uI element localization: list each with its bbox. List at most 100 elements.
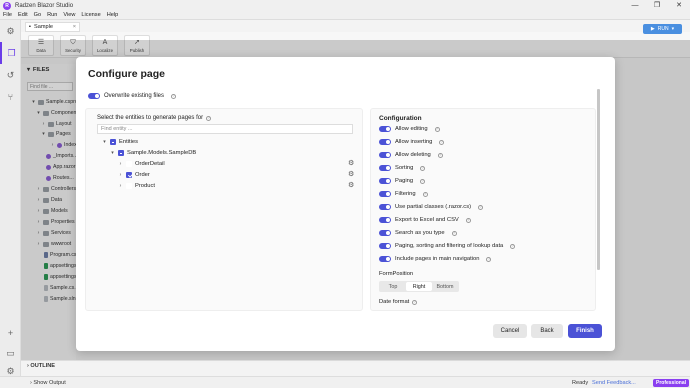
add-icon[interactable]: + (0, 322, 21, 344)
entity-checkbox-orderdetail[interactable] (126, 161, 132, 167)
menu-edit[interactable]: Edit (18, 12, 28, 18)
lookup-data-toggle[interactable] (379, 243, 391, 249)
status-bar: › Show Output Ready Send Feedback... Pro… (0, 376, 690, 388)
filtering-toggle[interactable] (379, 191, 391, 197)
entity-checkbox-product[interactable] (126, 183, 132, 189)
entity-label: OrderDetail (135, 161, 165, 167)
entities-root-node[interactable]: ▾ Entities (102, 139, 138, 145)
help-icon: ? (412, 299, 418, 305)
option-search-as-you-type: Search as you type? (379, 230, 457, 236)
entity-row-order[interactable]: › Order (118, 172, 150, 178)
option-allow-deleting: Allow deleting? (379, 152, 443, 158)
option-label: Allow editing (395, 126, 428, 132)
close-window-button[interactable]: ✕ (668, 0, 690, 11)
finish-button[interactable]: Finish (568, 324, 602, 338)
send-feedback-link[interactable]: Send Feedback... (592, 380, 636, 386)
model-node[interactable]: ▾ Sample.Models.SampleDB (110, 150, 196, 156)
project-tab-label: Sample (33, 24, 53, 30)
menu-run[interactable]: Run (47, 12, 57, 18)
form-position-bottom[interactable]: Bottom (432, 282, 458, 291)
form-position-top[interactable]: Top (380, 282, 406, 291)
history-icon[interactable]: ↺ (0, 64, 21, 86)
form-position-selector: Top Right Bottom (379, 281, 459, 292)
help-icon: ? (437, 152, 443, 158)
model-checkbox[interactable] (118, 150, 124, 156)
menu-go[interactable]: Go (34, 12, 41, 18)
option-lookup-data: Paging, sorting and filtering of lookup … (379, 243, 516, 249)
project-tab-icon: ▪ (29, 24, 31, 30)
menu-view[interactable]: View (63, 12, 75, 18)
date-format-row: Date format ? (379, 299, 418, 305)
source-control-icon[interactable]: ⑂ (0, 86, 21, 108)
option-export: Export to Excel and CSV? (379, 217, 471, 223)
form-position-right[interactable]: Right (406, 282, 432, 291)
project-tab[interactable]: ▪ Sample × (25, 22, 80, 32)
components-icon[interactable]: ⚙ (0, 20, 21, 42)
gear-icon[interactable]: ⚙ (348, 159, 354, 167)
help-icon: ? (422, 191, 428, 197)
cancel-button[interactable]: Cancel (493, 324, 527, 338)
overwrite-files-toggle[interactable] (88, 93, 100, 99)
menu-file[interactable]: File (3, 12, 12, 18)
entities-root-checkbox[interactable] (110, 139, 116, 145)
outline-panel-header[interactable]: › OUTLINE (21, 360, 690, 370)
help-icon: ? (420, 165, 426, 171)
overwrite-files-label: Overwrite existing files (104, 93, 165, 99)
run-button[interactable]: ▶ RUN ▾ (643, 24, 682, 34)
gear-icon[interactable]: ⚙ (348, 181, 354, 189)
help-icon: ? (465, 217, 471, 223)
entities-panel: Select the entities to generate pages fo… (85, 108, 363, 311)
option-paging: Paging? (379, 178, 426, 184)
option-label: Paging (395, 178, 414, 184)
help-icon: ? (434, 126, 440, 132)
menu-help[interactable]: Help (107, 12, 119, 18)
files-icon[interactable]: ❐ (0, 42, 21, 64)
entity-checkbox-order[interactable] (126, 172, 132, 178)
config-scrollbar-thumb[interactable] (597, 89, 600, 270)
window-controls: — ❐ ✕ (624, 0, 690, 11)
run-button-label: RUN (657, 26, 669, 32)
option-allow-inserting: Allow inserting? (379, 139, 445, 145)
entity-row-product[interactable]: › Product (118, 183, 155, 189)
option-label: Include pages in main navigation (395, 256, 480, 262)
entities-label-row: Select the entities to generate pages fo… (97, 115, 212, 121)
close-tab-icon[interactable]: × (73, 24, 76, 30)
gear-icon[interactable]: ⚙ (348, 170, 354, 178)
paging-toggle[interactable] (379, 178, 391, 184)
option-partial-classes: Use partial classes (.razor.cs)? (379, 204, 484, 210)
option-label: Allow deleting (395, 152, 431, 158)
search-as-you-type-toggle[interactable] (379, 230, 391, 236)
option-label: Paging, sorting and filtering of lookup … (395, 243, 504, 249)
maximize-button[interactable]: ❐ (646, 0, 668, 11)
entity-label: Order (135, 172, 150, 178)
entity-label: Product (135, 183, 155, 189)
entity-row-orderdetail[interactable]: › OrderDetail (118, 161, 165, 167)
allow-inserting-toggle[interactable] (379, 139, 391, 145)
allow-deleting-toggle[interactable] (379, 152, 391, 158)
find-entity-input[interactable]: Find entity ... (97, 124, 353, 134)
option-sorting: Sorting? (379, 165, 426, 171)
back-button[interactable]: Back (531, 324, 563, 338)
help-icon: ? (171, 93, 177, 99)
entities-root-label: Entities (119, 139, 139, 145)
option-filtering: Filtering? (379, 191, 428, 197)
option-allow-editing: Allow editing? (379, 126, 440, 132)
activity-bar: ⚙ ❐ ↺ ⑂ + ▭ ⚙ (0, 20, 21, 376)
export-toggle[interactable] (379, 217, 391, 223)
help-icon: ? (510, 243, 516, 249)
entities-label: Select the entities to generate pages fo… (97, 115, 204, 121)
menu-license[interactable]: License (81, 12, 100, 18)
sorting-toggle[interactable] (379, 165, 391, 171)
chevron-right-icon: › (119, 183, 122, 189)
overwrite-files-row: Overwrite existing files ? (88, 93, 177, 99)
option-label: Search as you type (395, 230, 445, 236)
chevron-down-icon: ▾ (111, 150, 114, 156)
status-ready: Ready (572, 379, 589, 386)
model-label: Sample.Models.SampleDB (127, 150, 197, 156)
include-navigation-toggle[interactable] (379, 256, 391, 262)
partial-classes-toggle[interactable] (379, 204, 391, 210)
option-include-navigation: Include pages in main navigation? (379, 256, 492, 262)
allow-editing-toggle[interactable] (379, 126, 391, 132)
minimize-button[interactable]: — (624, 0, 646, 11)
show-output-button[interactable]: › Show Output (30, 380, 66, 386)
